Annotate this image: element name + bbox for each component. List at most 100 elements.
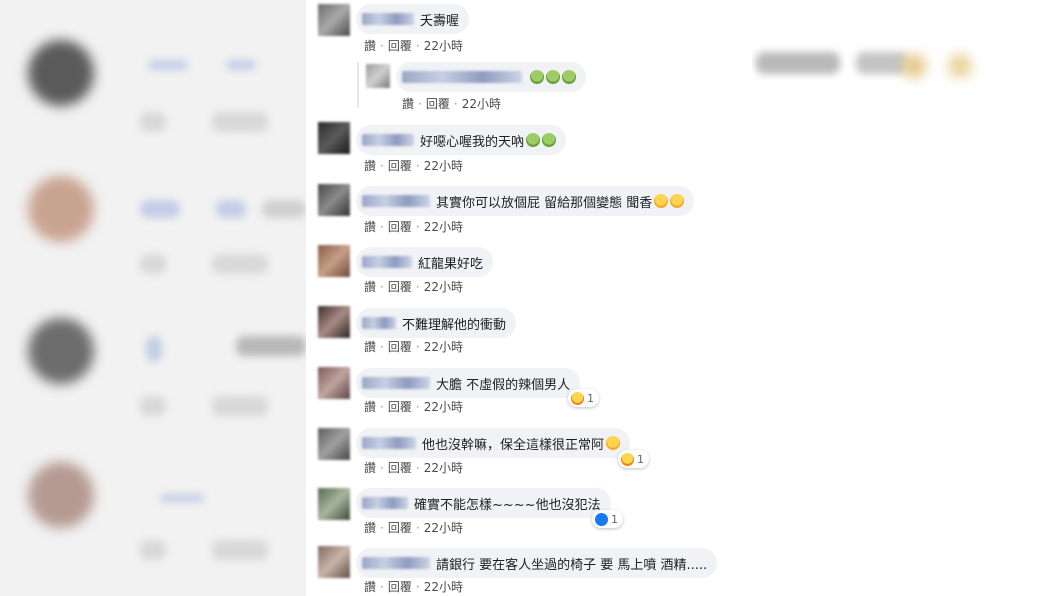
avatar[interactable]: [318, 546, 350, 578]
blurred-avatar: [28, 462, 94, 528]
reply-button[interactable]: 回覆: [388, 338, 412, 355]
comment-bubble: 不難理解他的衝動: [356, 308, 517, 338]
separator: ·: [415, 520, 420, 535]
timestamp[interactable]: 22小時: [424, 37, 463, 54]
nauseated-emoji-icon: [526, 133, 541, 147]
separator: ·: [415, 158, 420, 173]
nauseated-emoji-icon: [530, 70, 544, 84]
commenter-name[interactable]: [362, 557, 430, 569]
blurred-text: [212, 396, 268, 416]
like-button[interactable]: 讚: [364, 278, 376, 295]
haha-reaction-icon: [571, 391, 584, 405]
blurred-avatar: [28, 40, 94, 106]
avatar[interactable]: [318, 4, 350, 36]
timestamp[interactable]: 22小時: [462, 95, 501, 112]
comment-actions: 讚 · 回覆 · 22小時: [364, 278, 463, 295]
rolling-laughing-emoji-icon: [606, 436, 621, 450]
comment-actions: 讚 · 回覆 · 22小時: [364, 578, 463, 595]
timestamp[interactable]: 22小時: [424, 157, 463, 174]
like-button[interactable]: 讚: [364, 459, 376, 476]
comment-text: 請銀行 要在客人坐過的椅子 要 馬上噴 酒精.....: [436, 557, 708, 573]
blurred-text: [148, 60, 188, 70]
avatar[interactable]: [318, 488, 350, 520]
avatar[interactable]: [318, 367, 350, 399]
timestamp[interactable]: 22小時: [424, 278, 463, 295]
reaction-summary[interactable]: 1: [592, 510, 623, 528]
comment-actions: 讚 · 回覆 · 22小時: [364, 157, 463, 174]
reply-button[interactable]: 回覆: [426, 95, 450, 112]
comment-bubble: 好噁心喔我的天吶: [356, 125, 567, 155]
blurred-text: [216, 200, 246, 218]
reply-button[interactable]: 回覆: [388, 459, 412, 476]
avatar[interactable]: [318, 306, 350, 338]
commenter-name[interactable]: [362, 134, 414, 146]
like-button[interactable]: 讚: [364, 157, 376, 174]
comment-bubble: 確實不能怎樣~~~~他也沒犯法: [356, 488, 611, 518]
blurred-avatar: [28, 176, 94, 242]
comment-bubble: 請銀行 要在客人坐過的椅子 要 馬上噴 酒精.....: [356, 548, 718, 578]
commenter-name[interactable]: [362, 13, 414, 25]
reaction-summary[interactable]: 1: [568, 389, 599, 407]
like-button[interactable]: 讚: [364, 37, 376, 54]
reply-button[interactable]: 回覆: [388, 218, 412, 235]
separator: ·: [380, 38, 384, 53]
commenter-name[interactable]: [362, 195, 430, 207]
blurred-text: [140, 540, 166, 560]
reaction-summary[interactable]: 1: [618, 450, 649, 468]
commenter-name[interactable]: [402, 71, 522, 83]
avatar[interactable]: [318, 122, 350, 154]
comment-bubble: 紅龍果好吃: [356, 247, 494, 277]
like-button[interactable]: 讚: [364, 338, 376, 355]
comment-bubble: [396, 62, 586, 92]
blurred-text: [856, 52, 908, 74]
comment-bubble: 夭壽喔: [356, 4, 470, 34]
separator: ·: [415, 339, 420, 354]
timestamp[interactable]: 22小時: [424, 459, 463, 476]
reply-button[interactable]: 回覆: [388, 157, 412, 174]
comment-actions: 讚 · 回覆 · 22小時: [364, 459, 463, 476]
reply-button[interactable]: 回覆: [388, 519, 412, 536]
reply-button[interactable]: 回覆: [388, 278, 412, 295]
separator: ·: [418, 96, 422, 111]
comment-text: 他也沒幹嘛，保全這樣很正常阿: [422, 437, 605, 453]
like-button[interactable]: 讚: [364, 578, 376, 595]
like-button[interactable]: 讚: [364, 218, 376, 235]
avatar[interactable]: [366, 64, 390, 88]
blurred-text: [140, 396, 166, 416]
commenter-name[interactable]: [362, 256, 412, 268]
separator: ·: [415, 579, 420, 594]
avatar[interactable]: [318, 428, 350, 460]
comment-actions: 讚 · 回覆 · 22小時: [364, 338, 463, 355]
blurred-avatar: [28, 318, 94, 384]
nauseated-emoji-icon: [562, 70, 576, 84]
timestamp[interactable]: 22小時: [424, 338, 463, 355]
avatar[interactable]: [318, 184, 350, 216]
timestamp[interactable]: 22小時: [424, 578, 463, 595]
reply-button[interactable]: 回覆: [388, 398, 412, 415]
like-button[interactable]: 讚: [364, 398, 376, 415]
avatar[interactable]: [318, 245, 350, 277]
separator: ·: [380, 460, 384, 475]
blurred-text: [140, 112, 166, 132]
like-reaction-icon: [595, 512, 608, 526]
like-button[interactable]: 讚: [402, 95, 414, 112]
commenter-name[interactable]: [362, 317, 396, 329]
reply-button[interactable]: 回覆: [388, 578, 412, 595]
blurred-emoji: [902, 54, 926, 78]
blurred-background-left: [0, 0, 306, 596]
timestamp[interactable]: 22小時: [424, 218, 463, 235]
comment-actions: 讚 · 回覆 · 22小時: [364, 37, 463, 54]
commenter-name[interactable]: [362, 437, 416, 449]
commenter-name[interactable]: [362, 377, 430, 389]
reply-button[interactable]: 回覆: [388, 37, 412, 54]
like-button[interactable]: 讚: [364, 519, 376, 536]
separator: ·: [453, 96, 458, 111]
timestamp[interactable]: 22小時: [424, 398, 463, 415]
comment-bubble: 大膽 不虛假的辣個男人: [356, 368, 581, 398]
commenter-name[interactable]: [362, 497, 408, 509]
blurred-text: [146, 336, 162, 362]
comment-text: 不難理解他的衝動: [402, 317, 507, 333]
comment-text: 紅龍果好吃: [418, 256, 484, 272]
haha-reaction-icon: [621, 452, 634, 466]
timestamp[interactable]: 22小時: [424, 519, 463, 536]
